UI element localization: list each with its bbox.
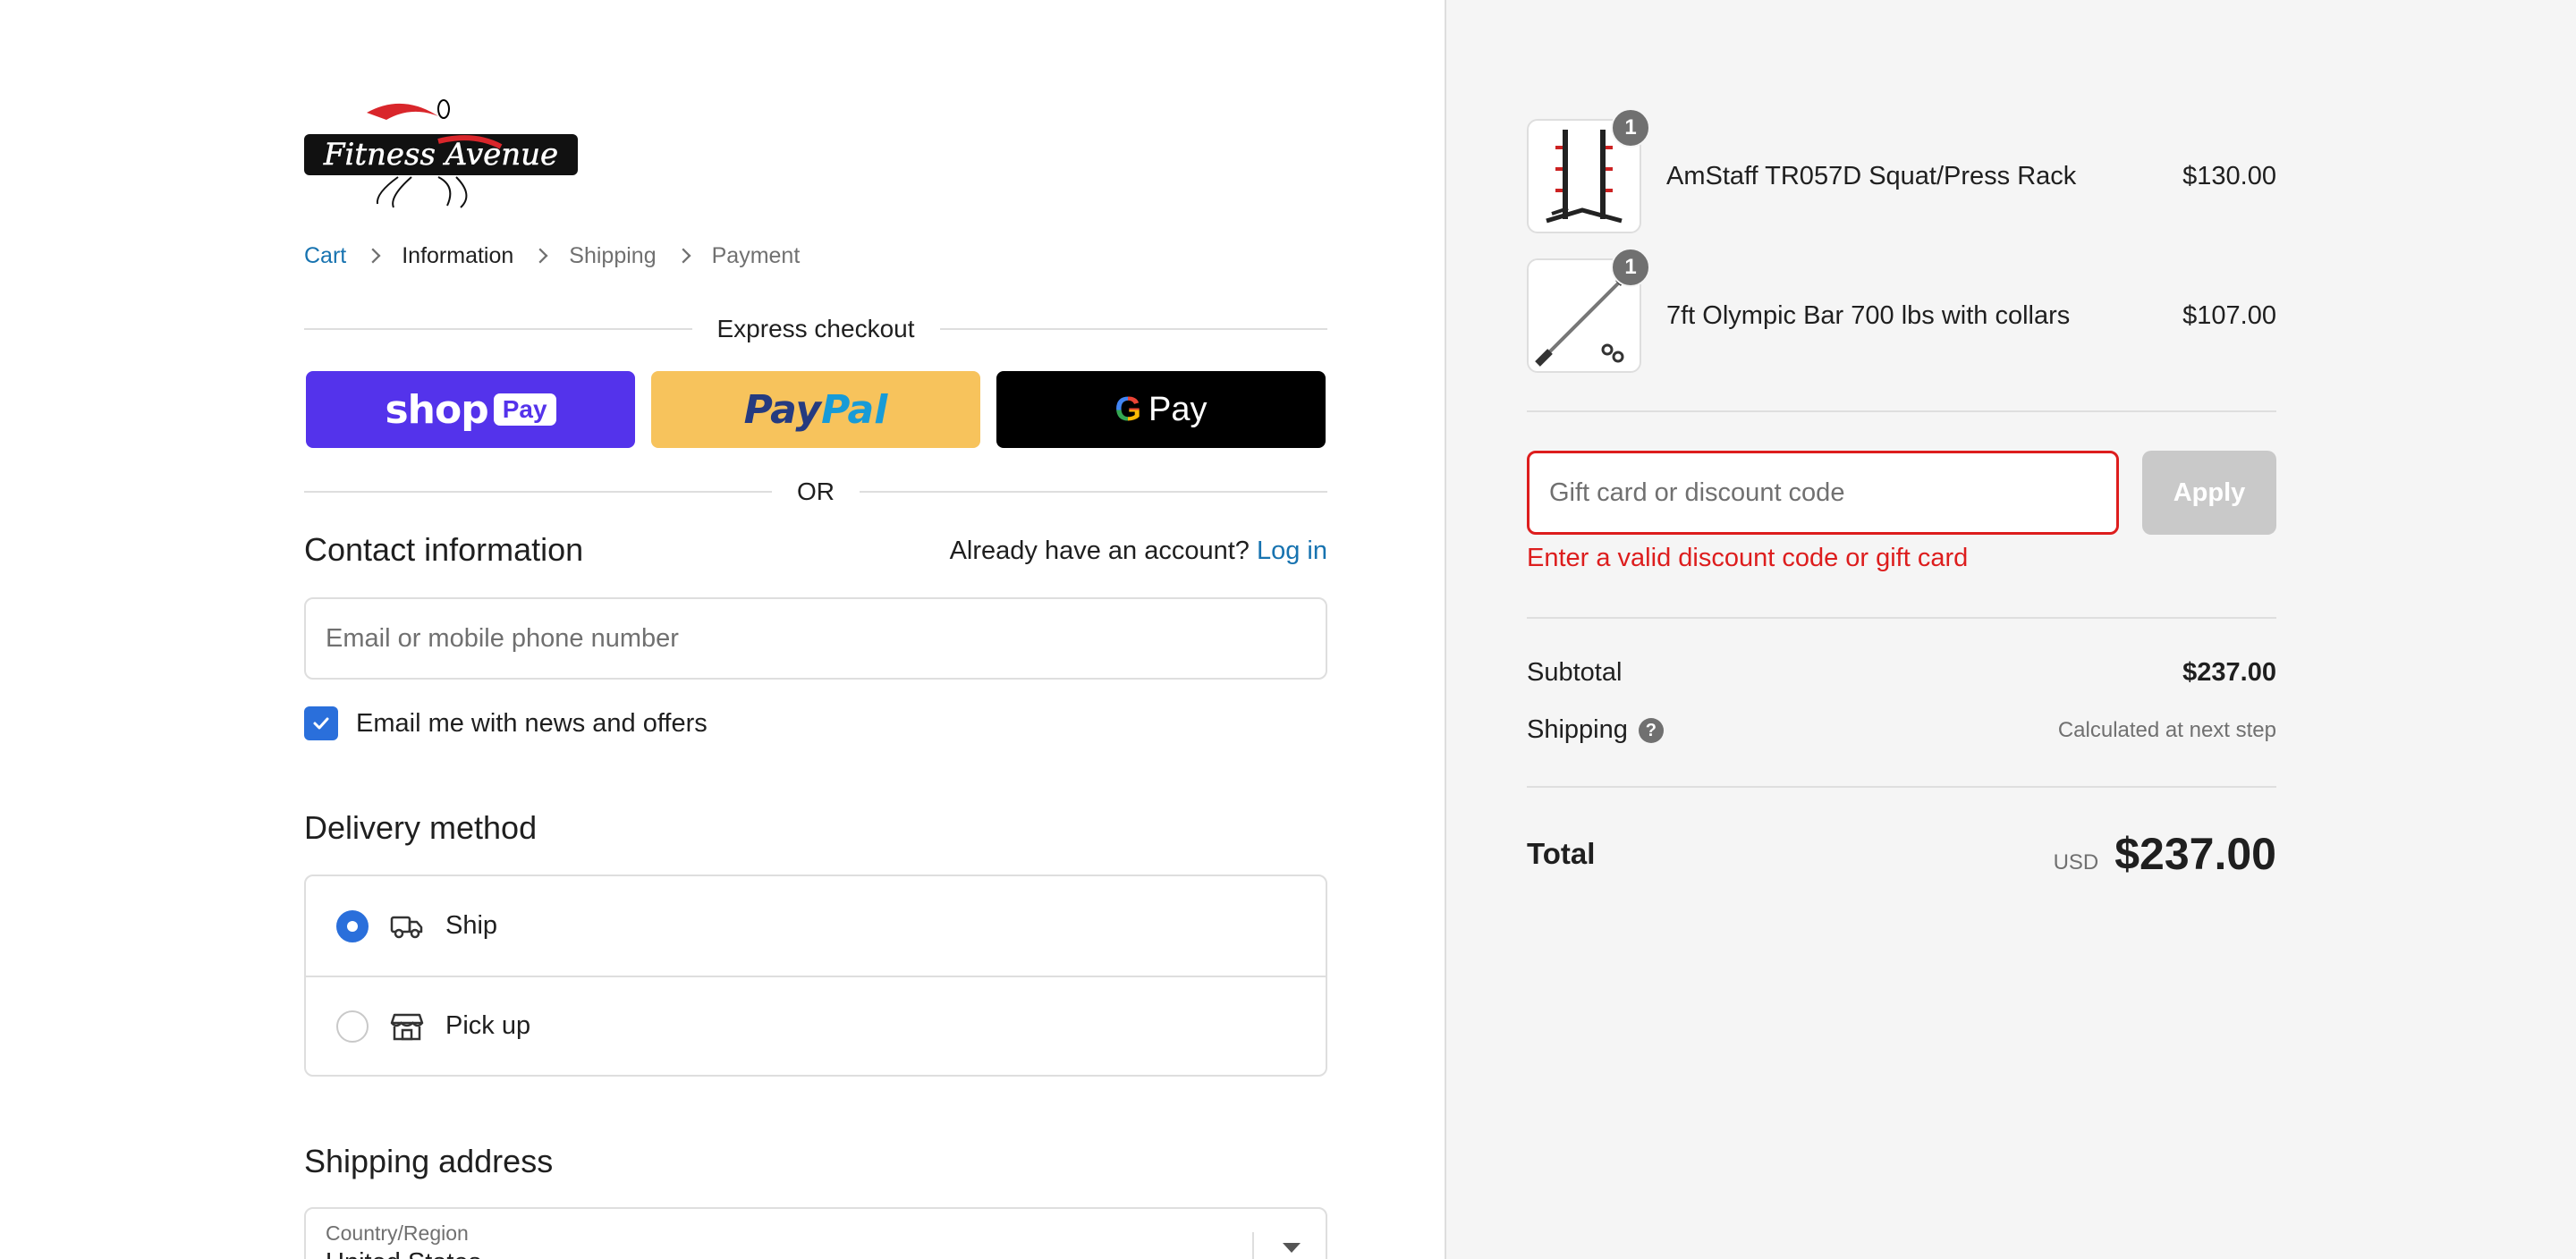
total-row: Total USD $237.00	[1527, 828, 2276, 880]
email-field[interactable]	[304, 597, 1327, 680]
news-offers-checkbox-row[interactable]: Email me with news and offers	[304, 706, 708, 740]
caret-down-icon[interactable]	[1283, 1243, 1301, 1253]
delivery-option-pickup[interactable]: Pick up	[306, 976, 1326, 1075]
checkmark-icon	[313, 717, 329, 730]
account-prompt-text: Already have an account?	[949, 537, 1250, 565]
google-g-icon: G	[1114, 390, 1142, 428]
product-thumbnail: 1	[1527, 108, 1650, 233]
google-pay-button[interactable]: G Pay	[996, 371, 1326, 448]
google-pay-logo: G Pay	[1114, 391, 1207, 429]
discount-field[interactable]	[1527, 451, 2119, 535]
cart-item: 1 7ft Olympic Bar 700 lbs with collars $…	[1527, 248, 2276, 373]
item-name: 7ft Olympic Bar 700 lbs with collars	[1666, 300, 2071, 330]
store-icon	[390, 1013, 424, 1040]
pickup-radio[interactable]	[336, 1010, 369, 1043]
truck-icon	[390, 916, 423, 938]
express-checkout-buttons: shop Pay PayPal G Pay	[306, 371, 1326, 448]
country-select-separator	[1252, 1232, 1254, 1259]
express-checkout-divider: Express checkout	[304, 315, 1327, 343]
chevron-right-icon	[365, 248, 381, 264]
shipping-value: Calculated at next step	[2057, 717, 2276, 742]
total-value: $237.00	[2114, 829, 2276, 879]
ship-radio[interactable]	[336, 909, 369, 942]
or-divider: OR	[304, 477, 1327, 506]
email-input[interactable]	[306, 599, 1326, 678]
chevron-right-icon	[532, 248, 548, 264]
delivery-options: Ship Pick up	[304, 875, 1327, 1077]
help-icon[interactable]: ?	[1638, 718, 1664, 744]
currency-code: USD	[2053, 850, 2099, 875]
subtotal-row: Subtotal $237.00	[1527, 658, 2276, 688]
discount-input[interactable]	[1530, 453, 2116, 532]
login-link[interactable]: Log in	[1257, 537, 1327, 565]
subtotal-value: $237.00	[2182, 658, 2276, 687]
quantity-badge: 1	[1611, 248, 1650, 287]
shipping-row: Shipping? Calculated at next step	[1527, 715, 2276, 745]
store-logo[interactable]: Fitness Avenue	[304, 97, 578, 209]
pickup-label: Pick up	[445, 1011, 531, 1040]
item-price: $130.00	[2182, 161, 2276, 190]
account-prompt: Already have an account? Log in	[950, 537, 1327, 566]
country-label: Country/Region	[326, 1221, 469, 1245]
country-select[interactable]: Country/Region United States	[304, 1207, 1327, 1259]
breadcrumb-shipping: Shipping	[569, 242, 657, 268]
shop-pay-label: shop	[385, 386, 488, 433]
total-label: Total	[1527, 837, 1596, 870]
divider	[1527, 410, 2276, 412]
country-value: United States	[326, 1248, 481, 1259]
product-thumbnail: 1	[1527, 248, 1650, 373]
checkout-main: Fitness Avenue Cart Information Shipping…	[0, 0, 1445, 1259]
shop-pay-badge: Pay	[493, 393, 556, 426]
divider	[1527, 786, 2276, 788]
news-offers-label: Email me with news and offers	[356, 708, 708, 738]
contact-heading: Contact information	[304, 531, 584, 568]
quantity-badge: 1	[1611, 108, 1650, 148]
divider	[1527, 617, 2276, 619]
shop-pay-button[interactable]: shop Pay	[306, 371, 635, 448]
breadcrumb-information: Information	[402, 242, 514, 268]
delivery-option-ship[interactable]: Ship	[306, 876, 1326, 976]
order-summary: 1 AmStaff TR057D Squat/Press Rack $130.0…	[1445, 0, 2576, 1259]
chevron-right-icon	[675, 248, 691, 264]
breadcrumb-cart[interactable]: Cart	[304, 243, 346, 269]
ship-label: Ship	[445, 911, 498, 940]
paypal-button[interactable]: PayPal	[651, 371, 980, 448]
express-checkout-title: Express checkout	[716, 315, 915, 342]
item-name: AmStaff TR057D Squat/Press Rack	[1666, 161, 2077, 190]
paypal-logo: PayPal	[743, 386, 888, 433]
google-pay-label: Pay	[1148, 390, 1208, 428]
shipping-address-heading: Shipping address	[304, 1143, 554, 1179]
delivery-heading: Delivery method	[304, 809, 538, 846]
breadcrumb-payment: Payment	[711, 242, 801, 268]
cart-item: 1 AmStaff TR057D Squat/Press Rack $130.0…	[1527, 108, 2276, 233]
item-price: $107.00	[2182, 300, 2276, 330]
shipping-label: Shipping	[1527, 715, 1628, 744]
or-label: OR	[797, 477, 835, 505]
breadcrumb: Cart Information Shipping Payment	[304, 240, 800, 272]
news-offers-checkbox[interactable]	[304, 706, 338, 740]
subtotal-label: Subtotal	[1527, 658, 1623, 687]
apply-discount-button[interactable]: Apply	[2142, 451, 2276, 535]
discount-error-message: Enter a valid discount code or gift card	[1527, 544, 1969, 572]
